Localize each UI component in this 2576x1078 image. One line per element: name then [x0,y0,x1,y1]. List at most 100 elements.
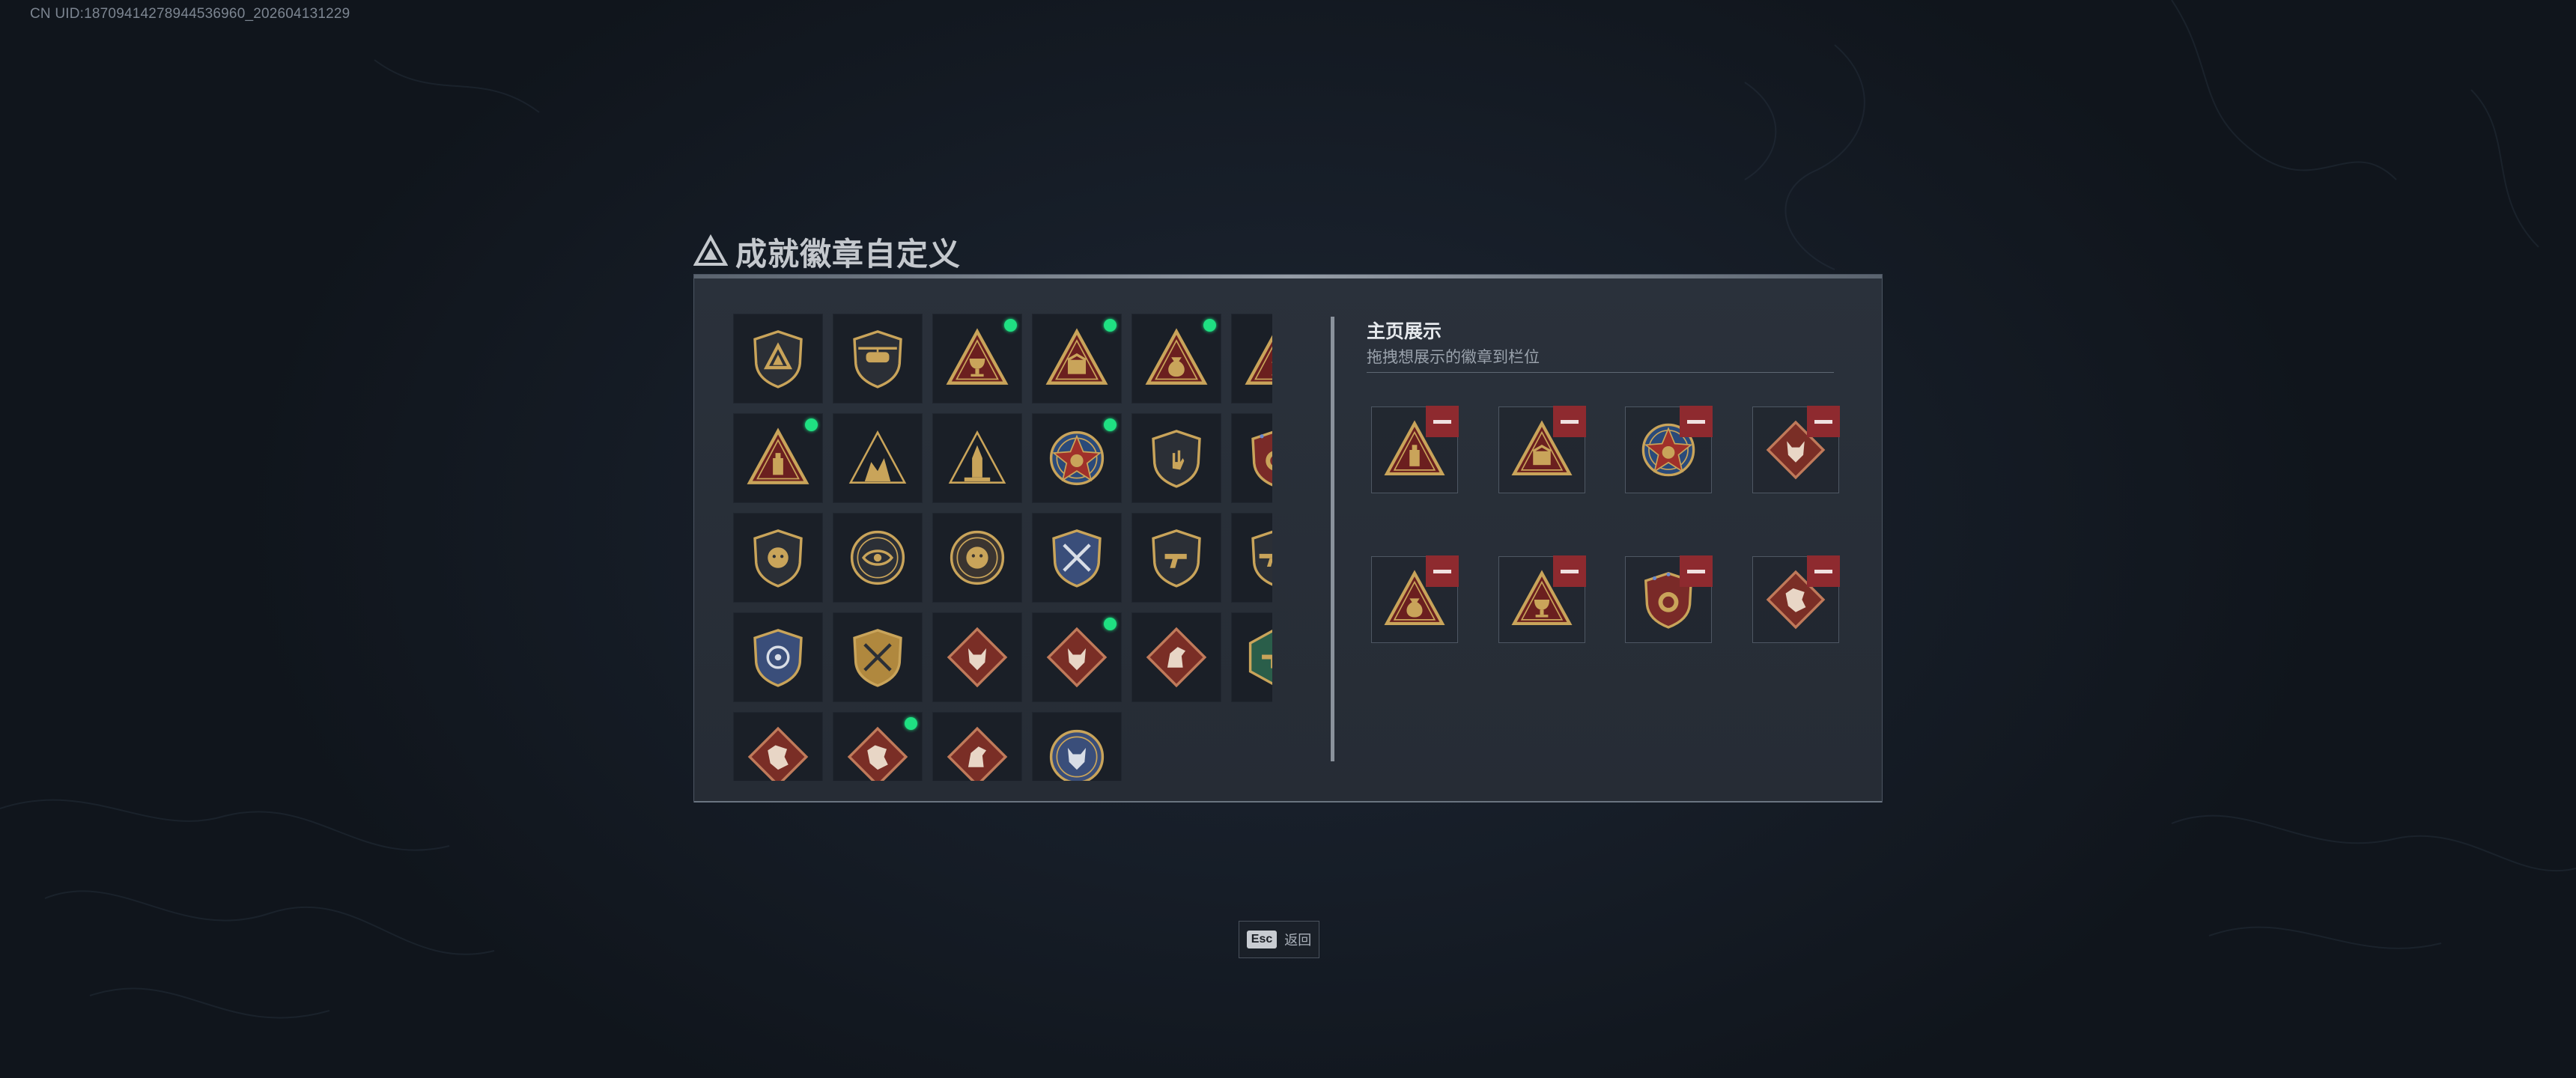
badge-cell[interactable] [1131,513,1221,603]
panel-bottom-line [694,801,1882,803]
showcase-subtitle: 拖拽想展示的徽章到栏位 [1367,349,1540,366]
minus-icon [1687,419,1705,424]
blue-shield-target-badge-icon [753,629,803,687]
new-indicator-dot [805,418,818,431]
showcase-title: 主页展示 [1367,321,1442,342]
back-label: 返回 [1284,933,1312,948]
panel-top-accent [694,275,1882,278]
round-blue-wolf-badge-icon [1049,729,1105,781]
diamond-horse-badge-icon [1146,627,1207,688]
badge-cell[interactable] [833,413,923,503]
showcase-slot[interactable] [1625,555,1713,643]
new-indicator-dot [1203,319,1216,332]
badge-cell[interactable] [733,314,823,404]
triangle-crate-badge-icon [1045,328,1108,385]
diamond-dragon-badge-icon [847,726,908,781]
badge-grid-viewport[interactable]: 1 [733,314,1272,781]
badge-cell[interactable] [932,513,1022,603]
badge-cell[interactable] [1032,314,1122,404]
remove-badge-button[interactable] [1807,555,1840,587]
badge-cell[interactable] [1231,513,1272,603]
badge-cell[interactable]: 1 [1231,314,1272,404]
new-indicator-dot [905,717,917,730]
badge-cell[interactable] [932,413,1022,503]
shield-lion-badge-icon [753,529,803,588]
badge-cell[interactable] [833,612,923,702]
badge-cell[interactable] [1032,612,1122,702]
new-indicator-dot [1004,319,1017,332]
blue-shield-crossed-rifles-badge-icon [1052,529,1102,588]
triangle-moneybag-badge-icon [1145,328,1208,385]
dialog-title: 成就徽章自定义 [693,229,961,274]
showcase-slot[interactable] [1752,555,1840,643]
badge-cell[interactable] [1131,612,1221,702]
badge-cell[interactable] [833,513,923,603]
remove-badge-button[interactable] [1553,406,1586,437]
badge-cell[interactable] [1032,712,1122,781]
shield-hand-badge-icon [1152,430,1201,488]
badge-cell[interactable] [733,612,823,702]
remove-badge-button[interactable] [1426,406,1459,437]
remove-badge-button[interactable] [1553,555,1586,587]
triangle-chalice-badge-icon [946,328,1009,385]
badge-cell[interactable] [932,712,1022,781]
badge-cell[interactable] [733,513,823,603]
badge-cell[interactable] [1032,413,1122,503]
diamond-horse-badge-icon [947,726,1008,781]
badge-cell[interactable] [1231,612,1272,702]
diamond-wolf-badge-icon [1046,627,1108,688]
badge-cell[interactable] [1131,413,1221,503]
badge-cell[interactable] [733,712,823,781]
minus-icon [1433,419,1451,424]
shield-pistol-badge-icon [1152,529,1201,588]
badge-grid: 1 [733,314,1272,781]
showcase-slot[interactable] [1498,406,1586,493]
uid-label: CN UID:18709414278944536960_202604131229 [30,6,350,22]
showcase-slot[interactable] [1752,406,1840,493]
remove-badge-button[interactable] [1680,406,1713,437]
back-button[interactable]: Esc 返回 [1239,921,1319,958]
badge-cell[interactable] [932,612,1022,702]
badge-cell[interactable] [733,413,823,503]
showcase-slot[interactable] [1371,555,1459,643]
badge-cell[interactable] [1231,413,1272,503]
new-indicator-dot [1104,418,1117,431]
round-eye-badge-icon [850,530,905,585]
badge-cell[interactable] [932,314,1022,404]
showcase-slot[interactable] [1371,406,1459,493]
triangle-number-one-badge-icon: 1 [1245,335,1272,385]
shield-triangle-badge-icon [753,330,803,389]
new-indicator-dot [1104,319,1117,332]
triangle-bottle-badge-icon [747,427,809,484]
remove-badge-button[interactable] [1807,406,1840,437]
diamond-wolf-badge-icon [947,627,1008,688]
star-medal-badge-icon [1049,430,1105,486]
showcase-slot[interactable] [1625,406,1713,493]
minus-icon [1814,569,1832,573]
minus-icon [1687,569,1705,573]
triangle-logo-icon [693,234,728,266]
gold-shield-rifles-badge-icon [853,629,902,687]
minus-icon [1433,569,1451,573]
badge-cell[interactable] [833,314,923,404]
page-title: 成就徽章自定义 [735,236,962,272]
remove-badge-button[interactable] [1426,555,1459,587]
showcase-slot[interactable] [1498,555,1586,643]
svg-text:1: 1 [1270,354,1272,381]
minus-icon [1561,569,1579,573]
remove-badge-button[interactable] [1680,555,1713,587]
new-indicator-dot [1104,618,1117,630]
triangle-soldiers-badge-icon [848,430,907,484]
round-lion-badge-icon [950,530,1005,585]
diamond-dragon-badge-icon [747,726,809,781]
badge-cell[interactable] [1032,513,1122,603]
triangle-rocket-badge-icon [948,430,1006,484]
shield-rifle-badge-icon [1251,530,1272,586]
scrollbar-thumb[interactable] [1331,317,1334,761]
badge-cell[interactable] [833,712,923,781]
showcase-divider [1367,372,1834,373]
esc-key-hint: Esc [1246,931,1278,948]
badge-cell[interactable] [1131,314,1221,404]
badge-grid-scrollbar[interactable] [1331,317,1334,761]
badge-customization-panel: 1 主页展示 拖拽想展示的徽章到栏位 [693,274,1883,803]
